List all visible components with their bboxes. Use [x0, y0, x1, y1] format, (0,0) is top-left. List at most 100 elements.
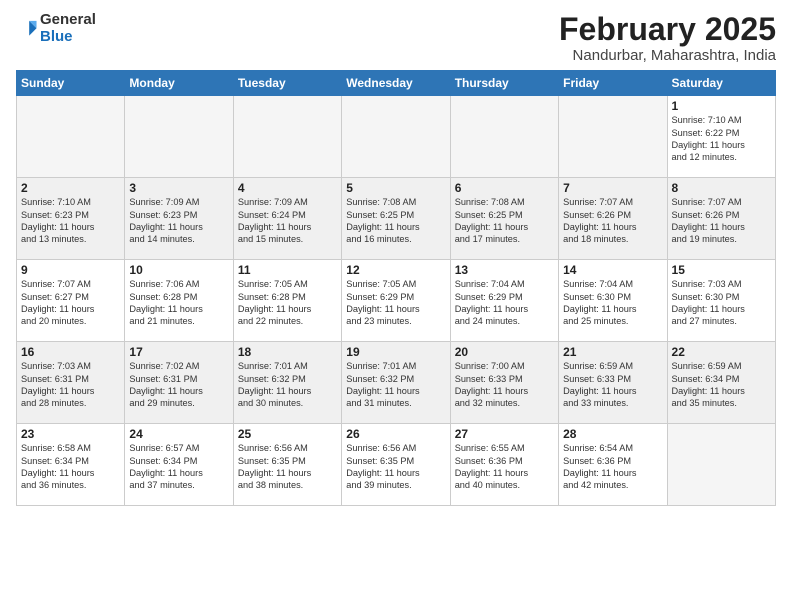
day-number: 28: [563, 427, 662, 441]
day-info: Sunrise: 6:54 AM Sunset: 6:36 PM Dayligh…: [563, 442, 662, 492]
logo-text: General Blue: [40, 12, 96, 45]
calendar-week-3: 9Sunrise: 7:07 AM Sunset: 6:27 PM Daylig…: [17, 260, 776, 342]
day-number: 13: [455, 263, 554, 277]
day-info: Sunrise: 6:56 AM Sunset: 6:35 PM Dayligh…: [238, 442, 337, 492]
logo-icon: [16, 18, 38, 40]
col-wednesday: Wednesday: [342, 71, 450, 96]
day-number: 2: [21, 181, 120, 195]
day-number: 19: [346, 345, 445, 359]
calendar-cell-w1-d7: 1Sunrise: 7:10 AM Sunset: 6:22 PM Daylig…: [667, 96, 775, 178]
calendar-cell-w2-d6: 7Sunrise: 7:07 AM Sunset: 6:26 PM Daylig…: [559, 178, 667, 260]
day-number: 6: [455, 181, 554, 195]
day-info: Sunrise: 7:09 AM Sunset: 6:23 PM Dayligh…: [129, 196, 228, 246]
location-title: Nandurbar, Maharashtra, India: [559, 47, 776, 64]
calendar-header-row: Sunday Monday Tuesday Wednesday Thursday…: [17, 71, 776, 96]
day-info: Sunrise: 6:55 AM Sunset: 6:36 PM Dayligh…: [455, 442, 554, 492]
day-info: Sunrise: 7:10 AM Sunset: 6:23 PM Dayligh…: [21, 196, 120, 246]
day-info: Sunrise: 7:10 AM Sunset: 6:22 PM Dayligh…: [672, 114, 771, 164]
calendar-cell-w4-d1: 16Sunrise: 7:03 AM Sunset: 6:31 PM Dayli…: [17, 342, 125, 424]
day-info: Sunrise: 7:01 AM Sunset: 6:32 PM Dayligh…: [238, 360, 337, 410]
calendar-cell-w2-d5: 6Sunrise: 7:08 AM Sunset: 6:25 PM Daylig…: [450, 178, 558, 260]
day-number: 22: [672, 345, 771, 359]
day-info: Sunrise: 6:59 AM Sunset: 6:33 PM Dayligh…: [563, 360, 662, 410]
day-info: Sunrise: 7:00 AM Sunset: 6:33 PM Dayligh…: [455, 360, 554, 410]
day-number: 10: [129, 263, 228, 277]
col-monday: Monday: [125, 71, 233, 96]
day-info: Sunrise: 6:57 AM Sunset: 6:34 PM Dayligh…: [129, 442, 228, 492]
day-number: 11: [238, 263, 337, 277]
calendar-cell-w4-d7: 22Sunrise: 6:59 AM Sunset: 6:34 PM Dayli…: [667, 342, 775, 424]
title-section: February 2025 Nandurbar, Maharashtra, In…: [559, 12, 776, 64]
calendar-cell-w5-d1: 23Sunrise: 6:58 AM Sunset: 6:34 PM Dayli…: [17, 424, 125, 506]
calendar-cell-w4-d4: 19Sunrise: 7:01 AM Sunset: 6:32 PM Dayli…: [342, 342, 450, 424]
calendar-cell-w2-d4: 5Sunrise: 7:08 AM Sunset: 6:25 PM Daylig…: [342, 178, 450, 260]
calendar-cell-w3-d2: 10Sunrise: 7:06 AM Sunset: 6:28 PM Dayli…: [125, 260, 233, 342]
col-tuesday: Tuesday: [233, 71, 341, 96]
calendar-cell-w1-d3: [233, 96, 341, 178]
calendar-cell-w2-d1: 2Sunrise: 7:10 AM Sunset: 6:23 PM Daylig…: [17, 178, 125, 260]
calendar-cell-w3-d5: 13Sunrise: 7:04 AM Sunset: 6:29 PM Dayli…: [450, 260, 558, 342]
day-number: 4: [238, 181, 337, 195]
day-info: Sunrise: 7:08 AM Sunset: 6:25 PM Dayligh…: [346, 196, 445, 246]
day-number: 12: [346, 263, 445, 277]
calendar-cell-w5-d3: 25Sunrise: 6:56 AM Sunset: 6:35 PM Dayli…: [233, 424, 341, 506]
col-sunday: Sunday: [17, 71, 125, 96]
day-number: 24: [129, 427, 228, 441]
col-thursday: Thursday: [450, 71, 558, 96]
day-info: Sunrise: 7:06 AM Sunset: 6:28 PM Dayligh…: [129, 278, 228, 328]
main-container: General Blue February 2025 Nandurbar, Ma…: [0, 0, 792, 612]
day-info: Sunrise: 7:09 AM Sunset: 6:24 PM Dayligh…: [238, 196, 337, 246]
day-info: Sunrise: 7:03 AM Sunset: 6:30 PM Dayligh…: [672, 278, 771, 328]
calendar-week-5: 23Sunrise: 6:58 AM Sunset: 6:34 PM Dayli…: [17, 424, 776, 506]
day-number: 18: [238, 345, 337, 359]
calendar-cell-w4-d6: 21Sunrise: 6:59 AM Sunset: 6:33 PM Dayli…: [559, 342, 667, 424]
calendar-week-1: 1Sunrise: 7:10 AM Sunset: 6:22 PM Daylig…: [17, 96, 776, 178]
calendar-cell-w4-d5: 20Sunrise: 7:00 AM Sunset: 6:33 PM Dayli…: [450, 342, 558, 424]
calendar-cell-w5-d7: [667, 424, 775, 506]
month-title: February 2025: [559, 12, 776, 47]
day-info: Sunrise: 7:08 AM Sunset: 6:25 PM Dayligh…: [455, 196, 554, 246]
day-number: 21: [563, 345, 662, 359]
calendar-cell-w5-d2: 24Sunrise: 6:57 AM Sunset: 6:34 PM Dayli…: [125, 424, 233, 506]
day-number: 27: [455, 427, 554, 441]
day-info: Sunrise: 7:07 AM Sunset: 6:27 PM Dayligh…: [21, 278, 120, 328]
calendar-cell-w1-d6: [559, 96, 667, 178]
day-number: 26: [346, 427, 445, 441]
day-info: Sunrise: 7:01 AM Sunset: 6:32 PM Dayligh…: [346, 360, 445, 410]
day-number: 20: [455, 345, 554, 359]
day-info: Sunrise: 6:56 AM Sunset: 6:35 PM Dayligh…: [346, 442, 445, 492]
calendar-cell-w4-d3: 18Sunrise: 7:01 AM Sunset: 6:32 PM Dayli…: [233, 342, 341, 424]
calendar-cell-w3-d4: 12Sunrise: 7:05 AM Sunset: 6:29 PM Dayli…: [342, 260, 450, 342]
day-number: 7: [563, 181, 662, 195]
day-number: 1: [672, 99, 771, 113]
calendar-cell-w5-d4: 26Sunrise: 6:56 AM Sunset: 6:35 PM Dayli…: [342, 424, 450, 506]
calendar-cell-w1-d5: [450, 96, 558, 178]
day-info: Sunrise: 7:07 AM Sunset: 6:26 PM Dayligh…: [672, 196, 771, 246]
calendar-cell-w4-d2: 17Sunrise: 7:02 AM Sunset: 6:31 PM Dayli…: [125, 342, 233, 424]
col-saturday: Saturday: [667, 71, 775, 96]
day-info: Sunrise: 7:03 AM Sunset: 6:31 PM Dayligh…: [21, 360, 120, 410]
header: General Blue February 2025 Nandurbar, Ma…: [16, 12, 776, 64]
day-info: Sunrise: 7:04 AM Sunset: 6:29 PM Dayligh…: [455, 278, 554, 328]
calendar-cell-w2-d2: 3Sunrise: 7:09 AM Sunset: 6:23 PM Daylig…: [125, 178, 233, 260]
calendar-cell-w2-d3: 4Sunrise: 7:09 AM Sunset: 6:24 PM Daylig…: [233, 178, 341, 260]
day-info: Sunrise: 7:04 AM Sunset: 6:30 PM Dayligh…: [563, 278, 662, 328]
day-info: Sunrise: 7:07 AM Sunset: 6:26 PM Dayligh…: [563, 196, 662, 246]
calendar-cell-w1-d1: [17, 96, 125, 178]
day-number: 16: [21, 345, 120, 359]
day-number: 14: [563, 263, 662, 277]
day-number: 17: [129, 345, 228, 359]
calendar-cell-w1-d4: [342, 96, 450, 178]
calendar-cell-w2-d7: 8Sunrise: 7:07 AM Sunset: 6:26 PM Daylig…: [667, 178, 775, 260]
day-number: 5: [346, 181, 445, 195]
calendar-cell-w3-d1: 9Sunrise: 7:07 AM Sunset: 6:27 PM Daylig…: [17, 260, 125, 342]
calendar-cell-w3-d7: 15Sunrise: 7:03 AM Sunset: 6:30 PM Dayli…: [667, 260, 775, 342]
calendar-week-4: 16Sunrise: 7:03 AM Sunset: 6:31 PM Dayli…: [17, 342, 776, 424]
calendar-cell-w3-d6: 14Sunrise: 7:04 AM Sunset: 6:30 PM Dayli…: [559, 260, 667, 342]
calendar-cell-w1-d2: [125, 96, 233, 178]
calendar-cell-w3-d3: 11Sunrise: 7:05 AM Sunset: 6:28 PM Dayli…: [233, 260, 341, 342]
day-number: 3: [129, 181, 228, 195]
day-info: Sunrise: 7:02 AM Sunset: 6:31 PM Dayligh…: [129, 360, 228, 410]
logo: General Blue: [16, 12, 96, 45]
logo-blue: Blue: [40, 28, 73, 45]
